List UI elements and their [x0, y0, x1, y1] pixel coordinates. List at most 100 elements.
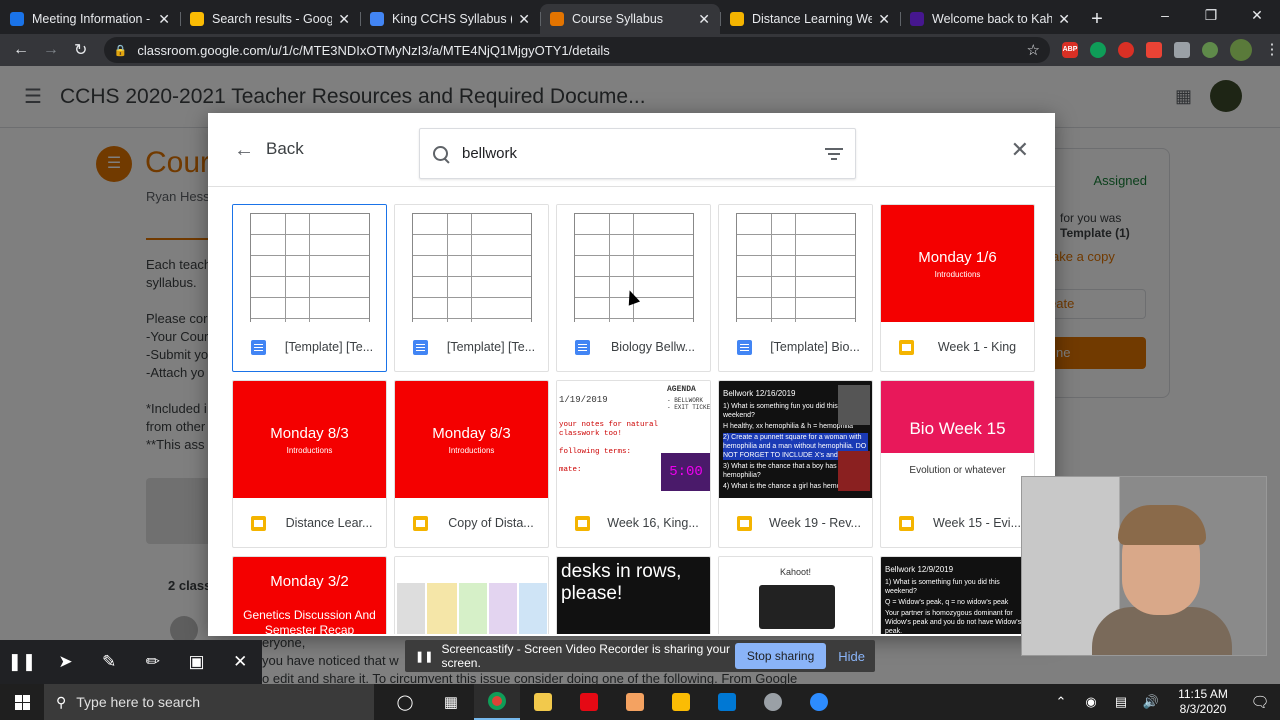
slide-title: Bellwork 12/9/2019	[885, 565, 954, 574]
tab-close-icon[interactable]: ✕	[698, 11, 710, 28]
screencastify-icon[interactable]	[1145, 42, 1162, 58]
file-name: Week 19 - Rev...	[769, 516, 861, 530]
cortana-icon[interactable]: ◯	[382, 684, 428, 720]
tab-favicon-icon	[730, 12, 744, 26]
file-card[interactable]: Kahoot!	[718, 556, 873, 634]
tab-title: King CCHS Syllabus (Fin	[392, 12, 512, 26]
file-card[interactable]: Monday 8/3 Introductions Distance Lear..…	[232, 380, 387, 548]
browser-tab[interactable]: Meeting Information - 2 ✕	[0, 4, 180, 34]
browser-tab[interactable]: Welcome back to Kahoo ✕	[900, 4, 1080, 34]
extension-avatar-icon[interactable]	[1201, 42, 1218, 58]
extension-green-icon[interactable]	[1089, 42, 1106, 58]
file-thumbnail	[233, 205, 386, 322]
chrome-icon[interactable]	[474, 684, 520, 720]
tab-favicon-icon	[10, 12, 24, 26]
maximize-icon[interactable]: ❐	[1188, 0, 1234, 30]
pointer-icon[interactable]: ➤	[44, 652, 88, 672]
pause-icon[interactable]: ❚❚	[0, 652, 44, 672]
browser-toolbar: ← → ↻ 🔒 classroom.google.com/u/1/c/MTE3N…	[0, 34, 1280, 66]
file-card[interactable]: Monday 3/2 Genetics Discussion And Semes…	[232, 556, 387, 634]
menu-dots-icon[interactable]: ⋮	[1264, 42, 1280, 58]
picker-search-box[interactable]: bellwork	[419, 128, 856, 179]
bookmark-star-icon[interactable]: ☆	[1027, 41, 1040, 59]
file-card[interactable]: Bellwork 12/16/2019 1) What is something …	[718, 380, 873, 548]
store-icon[interactable]	[658, 684, 704, 720]
browser-tab[interactable]: Course Syllabus ✕	[540, 4, 720, 34]
stop-sharing-button[interactable]: Stop sharing	[734, 643, 827, 669]
close-window-icon[interactable]: ✕	[1234, 0, 1280, 30]
volume-icon[interactable]: 🔊	[1136, 694, 1166, 710]
file-card[interactable]	[394, 556, 549, 634]
file-card[interactable]: Monday 8/3 Introductions Copy of Dista..…	[394, 380, 549, 548]
highlighter-icon[interactable]: ✏	[131, 652, 175, 672]
puzzle-icon[interactable]	[1173, 42, 1190, 58]
browser-tab[interactable]: King CCHS Syllabus (Fin ✕	[360, 4, 540, 34]
file-name: Week 1 - King	[937, 340, 1017, 354]
file-card[interactable]: [Template] Bio...	[718, 204, 873, 372]
file-name: Copy of Dista...	[448, 516, 534, 530]
extension-red-icon[interactable]	[1117, 42, 1134, 58]
file-card[interactable]: [Template] [Te...	[394, 204, 549, 372]
forward-arrow-icon[interactable]: →	[36, 41, 66, 59]
notifications-icon[interactable]: 🗨	[1240, 693, 1280, 711]
reload-icon[interactable]: ↻	[66, 40, 96, 60]
profile-avatar[interactable]	[1229, 39, 1252, 61]
file-card[interactable]: desks in rows, please! QUIZ	[556, 556, 711, 634]
start-button[interactable]	[0, 684, 44, 720]
address-bar[interactable]: 🔒 classroom.google.com/u/1/c/MTE3NDIxOTM…	[103, 37, 1050, 63]
slide-date: 1/19/2019	[559, 395, 608, 405]
tab-close-icon[interactable]: ✕	[518, 11, 530, 28]
tab-close-icon[interactable]: ✕	[158, 11, 170, 28]
slide-agenda-items: - BELLWORK - EXIT TICKET	[667, 397, 710, 411]
file-card[interactable]: Bellwork 12/9/2019 1) What is something f…	[880, 556, 1035, 634]
tab-close-icon[interactable]: ✕	[338, 11, 350, 28]
slide-title: Monday 1/6	[918, 249, 997, 266]
file-thumbnail: desks in rows, please! QUIZ	[557, 557, 710, 634]
hide-button[interactable]: Hide	[838, 649, 865, 664]
slide-title: Monday 3/2	[270, 573, 349, 590]
back-arrow-icon[interactable]: ←	[234, 139, 254, 162]
tab-close-icon[interactable]: ✕	[878, 11, 890, 28]
file-card[interactable]: 1/19/2019 AGENDA - BELLWORK - EXIT TICKE…	[556, 380, 711, 548]
taskbar-search[interactable]: ⚲ Type here to search	[44, 684, 374, 720]
outlook-icon[interactable]	[704, 684, 750, 720]
google-docs-icon	[575, 339, 590, 355]
tab-title: Welcome back to Kahoo	[932, 12, 1053, 26]
tab-close-icon[interactable]: ✕	[1058, 11, 1070, 28]
browser-tab[interactable]: Distance Learning Week ✕	[720, 4, 900, 34]
search-input[interactable]: bellwork	[462, 145, 825, 162]
tab-favicon-icon	[190, 12, 204, 26]
task-view-icon[interactable]: ▦	[428, 684, 474, 720]
chevron-up-icon[interactable]: ⌃	[1046, 694, 1076, 710]
file-grid: [Template] [Te... [Template] [Te... Biol…	[232, 204, 1042, 634]
file-card[interactable]: Bio Week 15 Evolution or whatever Week 1…	[880, 380, 1035, 548]
back-button[interactable]: Back	[266, 139, 304, 159]
close-toolbar-icon[interactable]: ✕	[218, 652, 262, 672]
file-caption: Week 19 - Rev...	[719, 498, 872, 547]
close-icon[interactable]: ✕	[1011, 137, 1029, 163]
minimize-icon[interactable]: –	[1142, 0, 1188, 30]
netflix-icon[interactable]	[566, 684, 612, 720]
browser-tab[interactable]: Search results - Google ✕	[180, 4, 360, 34]
new-tab-button[interactable]: +	[1080, 4, 1114, 34]
picker-header: ← Back bellwork ✕	[208, 113, 1055, 187]
security-icon[interactable]: ◉	[1076, 694, 1106, 710]
file-card[interactable]: Monday 1/6 Introductions Week 1 - King	[880, 204, 1035, 372]
camera-icon[interactable]: ▣	[175, 652, 219, 672]
slide-timer: 5:00	[661, 453, 710, 491]
clock[interactable]: 11:15 AM 8/3/2020	[1166, 687, 1240, 717]
adblock-icon[interactable]: ABP	[1061, 42, 1078, 58]
media-app-icon[interactable]	[612, 684, 658, 720]
file-thumbnail	[719, 205, 872, 322]
extensions: ABP ⋮	[1061, 39, 1280, 61]
file-explorer-icon[interactable]	[520, 684, 566, 720]
app-icon[interactable]	[750, 684, 796, 720]
pen-icon[interactable]: ✎	[87, 652, 131, 672]
slide-image	[759, 585, 835, 629]
file-card[interactable]: [Template] [Te...	[232, 204, 387, 372]
back-arrow-icon[interactable]: ←	[6, 41, 36, 59]
slide-title: desks in rows, please!	[561, 561, 682, 604]
zoom-icon[interactable]	[796, 684, 842, 720]
network-icon[interactable]: ▤	[1106, 694, 1136, 710]
filter-icon[interactable]	[825, 147, 843, 161]
